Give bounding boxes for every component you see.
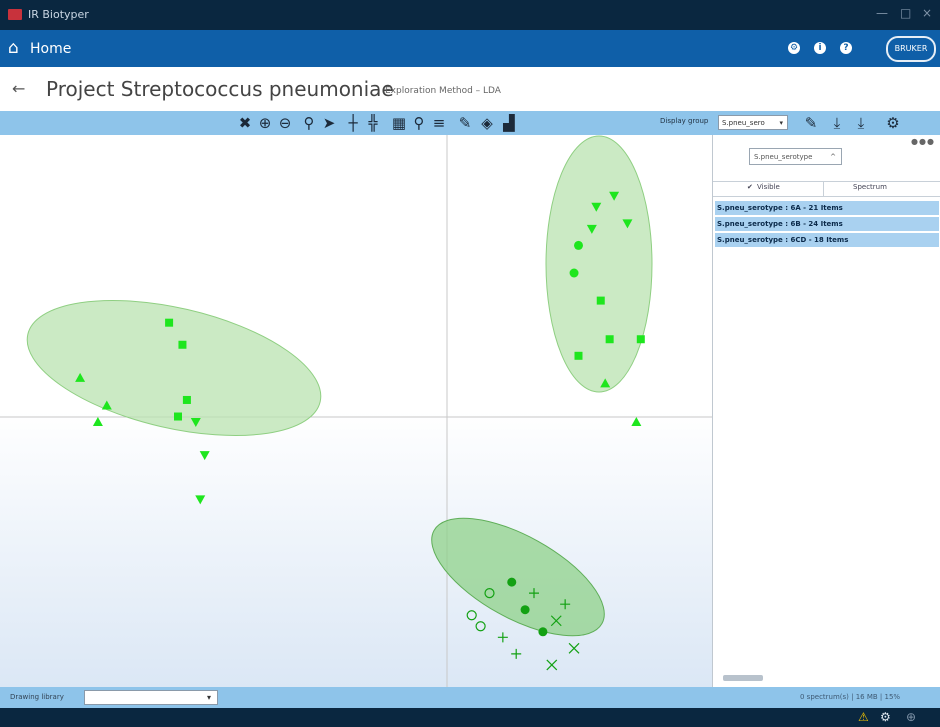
- data-point-6CD[interactable]: [520, 605, 530, 615]
- group-select-value: S.pneu_serotype: [754, 153, 813, 161]
- lda-plot[interactable]: [0, 135, 712, 687]
- horizontal-scrollbar[interactable]: [723, 675, 763, 681]
- bottom-bar: ⚠ ⚙ ⊕: [0, 708, 940, 727]
- cluster-6A-ellipse: [545, 135, 653, 393]
- home-link[interactable]: Home: [30, 41, 71, 57]
- zoom-in-icon[interactable]: ⊕: [256, 114, 274, 132]
- data-point-6A[interactable]: [574, 351, 583, 360]
- download-icon[interactable]: ⤓: [828, 114, 846, 132]
- data-point-6B[interactable]: [178, 340, 187, 349]
- data-point-6B[interactable]: [199, 451, 210, 461]
- data-point-6B[interactable]: [165, 318, 174, 327]
- group-row-6A[interactable]: S.pneu_serotype : 6A - 21 Items: [715, 201, 939, 216]
- data-point-6CD[interactable]: [497, 632, 508, 643]
- group-row-6B[interactable]: S.pneu_serotype : 6B - 24 Items: [715, 217, 939, 232]
- cluster-6CD-ellipse: [431, 517, 605, 637]
- status-info: 0 spectrum(s) | 16 MB | 15%: [800, 693, 901, 701]
- exploration-method: Exploration Method – LDA: [385, 86, 501, 96]
- close-button[interactable]: ×: [922, 6, 932, 20]
- pointer-icon[interactable]: ➤: [320, 114, 338, 132]
- group-panel: ●●● S.pneu_serotype ^ ✔ Visible Spectrum…: [712, 135, 940, 687]
- data-point-6CD[interactable]: [538, 627, 548, 637]
- warning-icon[interactable]: ⚠: [858, 710, 869, 724]
- window-title: IR Biotyper: [28, 8, 89, 21]
- panel-column-header: ✔ Visible Spectrum: [713, 181, 940, 197]
- zoom-icon[interactable]: ⚲: [300, 114, 318, 132]
- data-point-6B[interactable]: [182, 395, 191, 404]
- brush-icon[interactable]: ✎: [802, 114, 820, 132]
- data-point-6CD[interactable]: [511, 648, 522, 659]
- drawing-library-select[interactable]: ▾: [84, 690, 218, 705]
- nav-bar: ⌂ Home ⚙ i ? BRUKER: [0, 30, 940, 67]
- data-point-6CD[interactable]: [568, 642, 580, 654]
- data-point-6A[interactable]: [605, 335, 614, 344]
- data-point-6A[interactable]: [631, 417, 642, 427]
- help-icon[interactable]: ?: [840, 42, 852, 54]
- gear-icon[interactable]: ⚙: [884, 114, 902, 132]
- data-point-6CD[interactable]: [475, 621, 486, 632]
- data-point-6A[interactable]: [636, 335, 645, 344]
- data-point-6B[interactable]: [174, 412, 182, 421]
- data-point-6B[interactable]: [92, 417, 103, 427]
- plot-toolbar: ✖ ⊕ ⊖ ⚲ ➤ ┼ ╬ ▦ ⚲ ≡ ✎ ◈ ▟ Display group …: [0, 111, 940, 135]
- table-icon[interactable]: ▦: [390, 114, 408, 132]
- home-icon[interactable]: ⌂: [8, 38, 19, 58]
- scatter-plot-svg[interactable]: [0, 135, 712, 687]
- crosshair-icon[interactable]: ┼: [344, 114, 362, 132]
- back-arrow-icon[interactable]: ←: [12, 79, 25, 98]
- chevron-down-icon: ▾: [779, 119, 783, 127]
- zoom-out-icon[interactable]: ⊖: [276, 114, 294, 132]
- grid-lines-icon[interactable]: ╬: [364, 114, 382, 132]
- display-group-value: S.pneu_sero: [722, 119, 765, 127]
- check-icon: ✔: [747, 183, 753, 191]
- project-header: ← Project Streptococcus pneumoniae Explo…: [0, 67, 940, 111]
- group-row-6CD[interactable]: S.pneu_serotype : 6CD - 18 Items: [715, 233, 939, 248]
- chevron-down-icon: ▾: [206, 693, 211, 702]
- data-point-6A[interactable]: [596, 296, 605, 305]
- column-divider: [823, 182, 824, 196]
- export-icon[interactable]: ⤓: [852, 114, 870, 132]
- info-icon[interactable]: i: [814, 42, 826, 54]
- draw-icon[interactable]: ✎: [456, 114, 474, 132]
- group-select[interactable]: S.pneu_serotype ^: [749, 148, 842, 165]
- list-icon[interactable]: ≡: [430, 114, 448, 132]
- bruker-logo: BRUKER: [886, 36, 936, 62]
- window-titlebar: IR Biotyper — □ ×: [0, 0, 940, 30]
- data-point-6A[interactable]: [574, 240, 583, 250]
- chevron-up-icon: ^: [830, 153, 836, 161]
- more-options-icon[interactable]: ●●●: [911, 137, 935, 146]
- 3d-view-icon[interactable]: ◈: [478, 114, 496, 132]
- display-group-select[interactable]: S.pneu_sero ▾: [718, 115, 788, 130]
- status-bar: Drawing library ▾ 0 spectrum(s) | 16 MB …: [0, 687, 940, 708]
- data-point-6CD[interactable]: [507, 577, 517, 587]
- cluster-6B-ellipse: [26, 299, 322, 437]
- network-icon[interactable]: ⊕: [906, 710, 916, 724]
- fit-all-icon[interactable]: ✖: [236, 114, 254, 132]
- project-title: Project Streptococcus pneumoniae: [46, 77, 394, 101]
- data-point-6CD[interactable]: [466, 610, 477, 621]
- chart-icon[interactable]: ▟: [500, 114, 518, 132]
- data-point-6B[interactable]: [195, 495, 206, 505]
- pin-icon[interactable]: ⚲: [410, 114, 428, 132]
- settings-icon[interactable]: ⚙: [880, 710, 891, 724]
- settings-icon[interactable]: ⚙: [788, 42, 800, 54]
- minimize-button[interactable]: —: [876, 6, 888, 20]
- col-visible[interactable]: Visible: [757, 183, 780, 191]
- data-point-6A[interactable]: [569, 268, 579, 278]
- display-group-label: Display group: [660, 117, 709, 125]
- maximize-button[interactable]: □: [900, 6, 911, 20]
- data-point-6CD[interactable]: [546, 659, 558, 671]
- drawing-library-label: Drawing library: [10, 693, 64, 701]
- app-icon: [8, 9, 22, 20]
- col-spectrum[interactable]: Spectrum: [853, 183, 887, 191]
